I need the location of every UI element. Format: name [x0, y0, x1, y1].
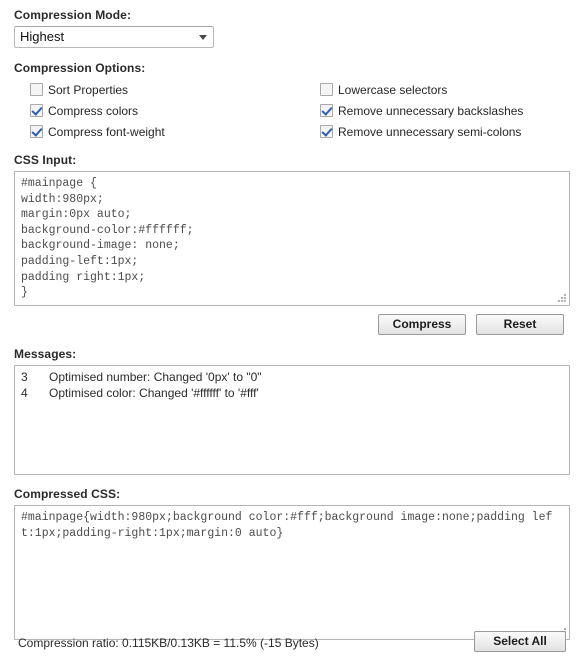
message-row: 3 Optimised number: Changed '0px' to "0"	[21, 370, 563, 386]
option-compress-font-weight[interactable]: Compress font-weight	[30, 121, 165, 142]
option-label: Remove unnecessary semi-colons	[338, 124, 522, 139]
option-remove-backslashes[interactable]: Remove unnecessary backslashes	[320, 100, 523, 121]
checkbox-sort-properties[interactable]	[30, 83, 43, 96]
compression-options-right-column: Lowercase selectors Remove unnecessary b…	[320, 79, 523, 142]
messages-label: Messages:	[14, 347, 77, 361]
checkbox-compress-colors[interactable]	[30, 104, 43, 117]
checkbox-compress-font-weight[interactable]	[30, 125, 43, 138]
option-sort-properties[interactable]: Sort Properties	[30, 79, 165, 100]
compress-button[interactable]: Compress	[378, 314, 466, 335]
option-lowercase-selectors[interactable]: Lowercase selectors	[320, 79, 523, 100]
css-compressor-panel: Compression Mode: Highest Compression Op…	[0, 0, 580, 665]
checkbox-lowercase-selectors[interactable]	[320, 83, 333, 96]
compression-mode-select-wrap[interactable]: Highest	[14, 26, 214, 48]
compression-options-left-column: Sort Properties Compress colors Compress…	[30, 79, 165, 142]
option-label: Compress font-weight	[48, 124, 165, 139]
compression-ratio-text: Compression ratio: 0.115KB/0.13KB = 11.5…	[18, 636, 319, 650]
option-compress-colors[interactable]: Compress colors	[30, 100, 165, 121]
messages-list: 3 Optimised number: Changed '0px' to "0"…	[15, 366, 569, 401]
compressed-css-label: Compressed CSS:	[14, 487, 121, 501]
compression-mode-label: Compression Mode:	[14, 8, 132, 22]
reset-button[interactable]: Reset	[476, 314, 564, 335]
css-input-textarea[interactable]: #mainpage { width:980px; margin:0px auto…	[14, 171, 570, 306]
compression-options-grid: Sort Properties Compress colors Compress…	[12, 79, 568, 141]
compressed-css-value[interactable]: #mainpage{width:980px;background color:#…	[15, 506, 569, 541]
footer-bar: Compression ratio: 0.115KB/0.13KB = 11.5…	[12, 631, 568, 655]
message-row: 4 Optimised color: Changed '#ffffff' to …	[21, 386, 563, 402]
message-line-number: 4	[21, 385, 28, 400]
resize-grip-icon[interactable]	[557, 293, 566, 302]
option-label: Compress colors	[48, 103, 139, 118]
action-button-row: Compress Reset	[12, 314, 564, 335]
css-input-value[interactable]: #mainpage { width:980px; margin:0px auto…	[15, 172, 569, 301]
option-remove-semicolons[interactable]: Remove unnecessary semi-colons	[320, 121, 523, 142]
message-text: Optimised color: Changed '#ffffff' to '#…	[49, 385, 259, 400]
compressed-css-textarea[interactable]: #mainpage{width:980px;background color:#…	[14, 505, 570, 640]
option-label: Remove unnecessary backslashes	[338, 103, 524, 118]
checkbox-remove-backslashes[interactable]	[320, 104, 333, 117]
option-label: Lowercase selectors	[338, 82, 448, 97]
compression-options-label: Compression Options:	[14, 61, 146, 75]
message-line-number: 3	[21, 370, 28, 384]
compression-mode-select[interactable]: Highest	[14, 26, 214, 48]
messages-panel[interactable]: 3 Optimised number: Changed '0px' to "0"…	[14, 365, 570, 475]
css-input-label: CSS Input:	[14, 153, 77, 167]
message-text: Optimised number: Changed '0px' to "0"	[49, 370, 262, 384]
select-all-button[interactable]: Select All	[474, 631, 566, 652]
option-label: Sort Properties	[48, 82, 129, 97]
checkbox-remove-semicolons[interactable]	[320, 125, 333, 138]
